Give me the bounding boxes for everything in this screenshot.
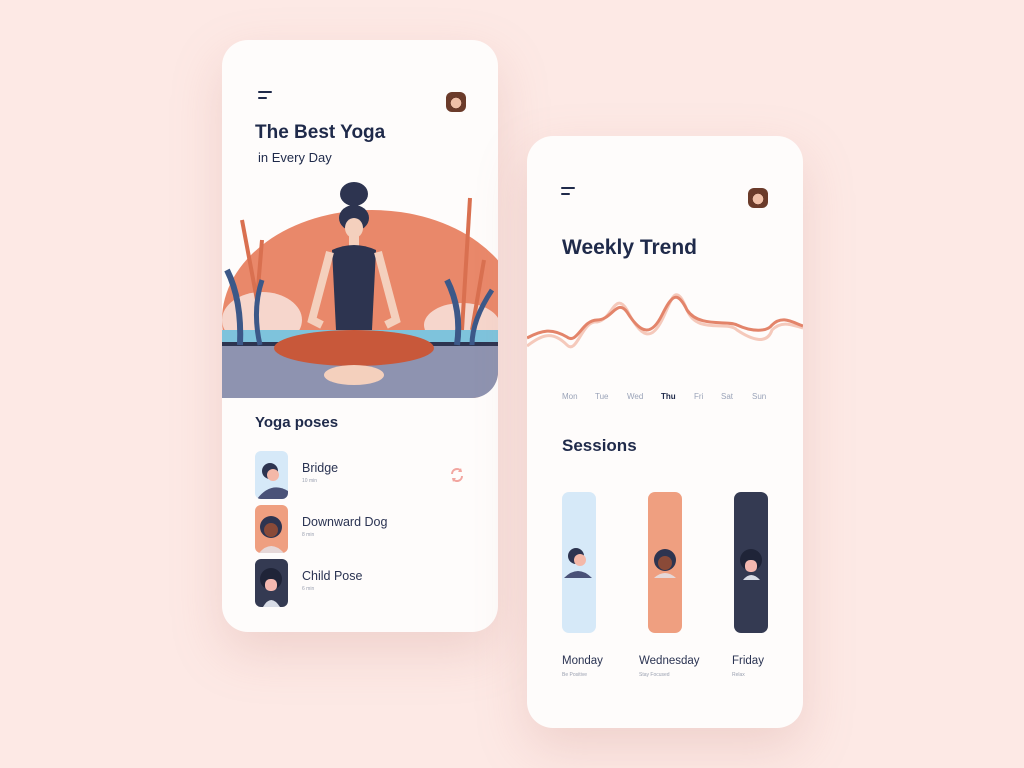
page-subtitle: in Every Day — [258, 150, 332, 165]
session-tag: Stay Focused — [639, 672, 670, 678]
user-avatar[interactable] — [446, 92, 466, 112]
day-label-tue[interactable]: Tue — [595, 392, 609, 401]
refresh-icon[interactable] — [449, 467, 465, 483]
day-label-wed[interactable]: Wed — [627, 392, 643, 401]
session-day: Monday — [562, 655, 603, 667]
pose-thumbnail — [255, 505, 288, 553]
day-label-sat[interactable]: Sat — [721, 392, 733, 401]
day-label-sun[interactable]: Sun — [752, 392, 766, 401]
home-screen: The Best Yoga in Every Day Yoga poses Br… — [222, 40, 498, 632]
day-label-fri[interactable]: Fri — [694, 392, 703, 401]
pose-duration: 10 min — [302, 478, 318, 484]
trend-screen: Weekly Trend Mon Tue Wed Thu Fri Sat Sun… — [527, 136, 803, 728]
day-label-mon[interactable]: Mon — [562, 392, 578, 401]
session-card-wednesday[interactable] — [648, 492, 682, 633]
menu-icon[interactable] — [561, 187, 577, 197]
pose-name: Child Pose — [302, 569, 363, 583]
pose-name: Downward Dog — [302, 515, 388, 529]
pose-thumbnail — [255, 451, 288, 499]
pose-item-bridge[interactable]: Bridge 10 min — [255, 451, 455, 499]
pose-duration: 6 min — [302, 586, 315, 592]
pose-duration: 8 min — [302, 532, 315, 538]
session-tag: Be Positive — [562, 672, 588, 678]
day-label-thu[interactable]: Thu — [661, 392, 676, 401]
pose-name: Bridge — [302, 461, 339, 475]
session-card-monday[interactable] — [562, 492, 596, 633]
session-day: Wednesday — [639, 655, 700, 667]
pose-item-child-pose[interactable]: Child Pose 6 min — [255, 559, 455, 607]
trend-line-primary — [527, 296, 803, 341]
pose-thumbnail — [255, 559, 288, 607]
pose-item-downward-dog[interactable]: Downward Dog 8 min — [255, 505, 455, 553]
section-title-sessions: Sessions — [562, 436, 637, 455]
yoga-hero-illustration — [222, 180, 498, 398]
session-card-friday[interactable] — [734, 492, 768, 633]
session-day: Friday — [732, 655, 764, 667]
session-tag: Relax — [732, 672, 745, 678]
user-avatar[interactable] — [748, 188, 768, 208]
page-title: The Best Yoga — [255, 122, 386, 143]
weekly-trend-chart — [527, 293, 803, 349]
menu-icon[interactable] — [258, 91, 274, 101]
section-title-yoga-poses: Yoga poses — [255, 414, 339, 431]
page-title: Weekly Trend — [562, 236, 698, 259]
